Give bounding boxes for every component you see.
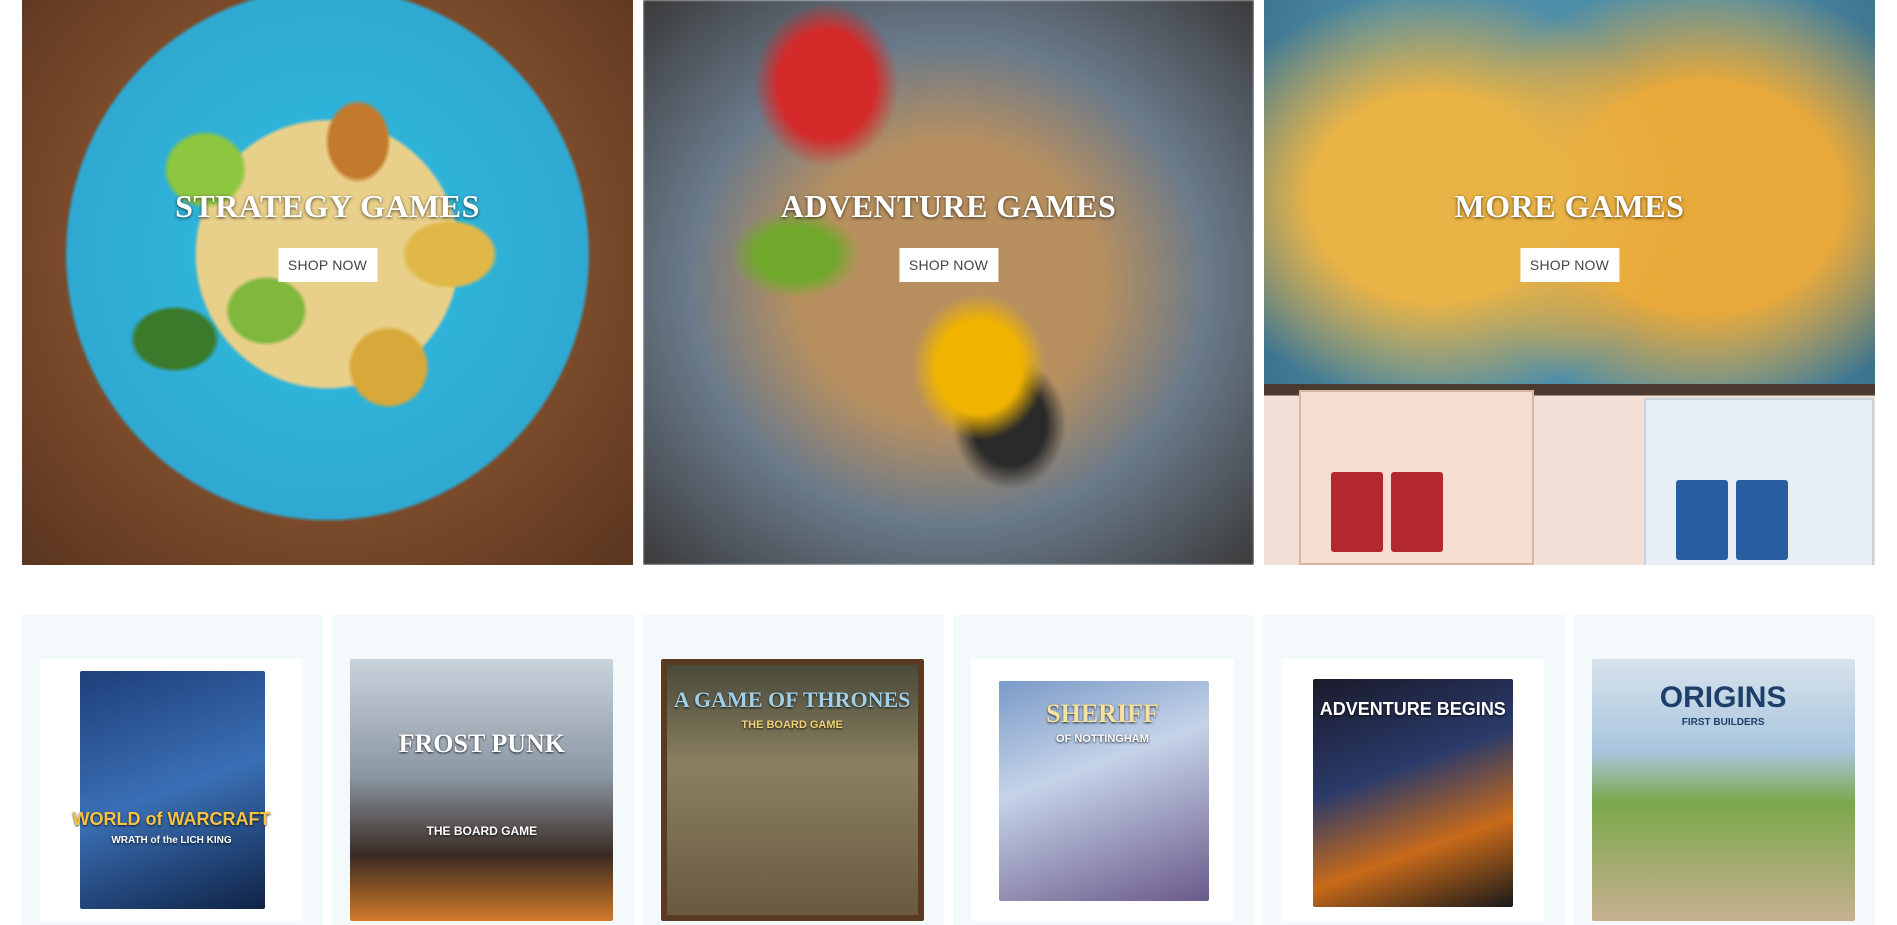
banner-strategy-games[interactable]: STRATEGY GAMES SHOP NOW [22,0,633,565]
product-image[interactable]: FROST PUNK THE BOARD GAME [350,659,614,921]
product-card[interactable]: FROST PUNK THE BOARD GAME [332,615,634,925]
product-card[interactable]: ORIGINS FIRST BUILDERS [1573,615,1875,925]
product-card[interactable]: SHERIFF OF NOTTINGHAM [952,615,1255,925]
banner-title: ADVENTURE GAMES [780,188,1117,224]
box-subtitle: THE BOARD GAME [741,719,843,731]
box-subtitle: THE BOARD GAME [426,824,538,838]
shop-now-button[interactable]: SHOP NOW [277,248,378,282]
shop-now-button[interactable]: SHOP NOW [1519,248,1620,282]
product-image[interactable]: ORIGINS FIRST BUILDERS [1591,659,1855,921]
box-title: A GAME OF THRONES [673,687,911,712]
product-card[interactable]: WORLD of WARCRAFT WRATH of the LICH KING [22,615,324,925]
box-title: SHERIFF [1046,699,1159,728]
product-image[interactable]: SHERIFF OF NOTTINGHAM [970,659,1234,921]
strategy-games-image [22,0,633,565]
box-subtitle: WRATH of the LICH KING [111,835,232,846]
box-title: WORLD of WARCRAFT [72,809,271,829]
card-image [1391,472,1443,552]
banner-more-games[interactable]: MORE GAMES SHOP NOW [1264,0,1875,565]
box-subtitle: OF NOTTINGHAM [1056,733,1149,745]
box-subtitle: FIRST BUILDERS [1681,717,1765,728]
player-mat-image [1299,390,1534,565]
adventure-games-image [643,0,1254,565]
box-title: FROST PUNK [398,729,566,758]
game-box-image [80,671,265,909]
card-image [1676,480,1728,560]
product-image[interactable]: A GAME OF THRONES THE BOARD GAME [660,659,924,921]
game-box-image [350,659,614,921]
box-title: ORIGINS [1659,681,1787,714]
banner-title: STRATEGY GAMES [175,188,480,224]
product-image[interactable]: WORLD of WARCRAFT WRATH of the LICH KING [40,659,303,921]
category-banners: STRATEGY GAMES SHOP NOW ADVENTURE GAMES … [22,0,1875,565]
product-image[interactable]: ADVENTURE BEGINS [1281,659,1545,921]
card-image [1331,472,1383,552]
product-card[interactable]: A GAME OF THRONES THE BOARD GAME [642,615,944,925]
player-mat-image [1644,398,1874,565]
box-title: ADVENTURE BEGINS [1319,699,1506,719]
shop-now-button[interactable]: SHOP NOW [898,248,999,282]
banner-adventure-games[interactable]: ADVENTURE GAMES SHOP NOW [643,0,1254,565]
product-grid: WORLD of WARCRAFT WRATH of the LICH KING… [22,615,1875,925]
product-card[interactable]: ADVENTURE BEGINS [1263,615,1565,925]
banner-title: MORE GAMES [1454,188,1685,224]
card-image [1736,480,1788,560]
